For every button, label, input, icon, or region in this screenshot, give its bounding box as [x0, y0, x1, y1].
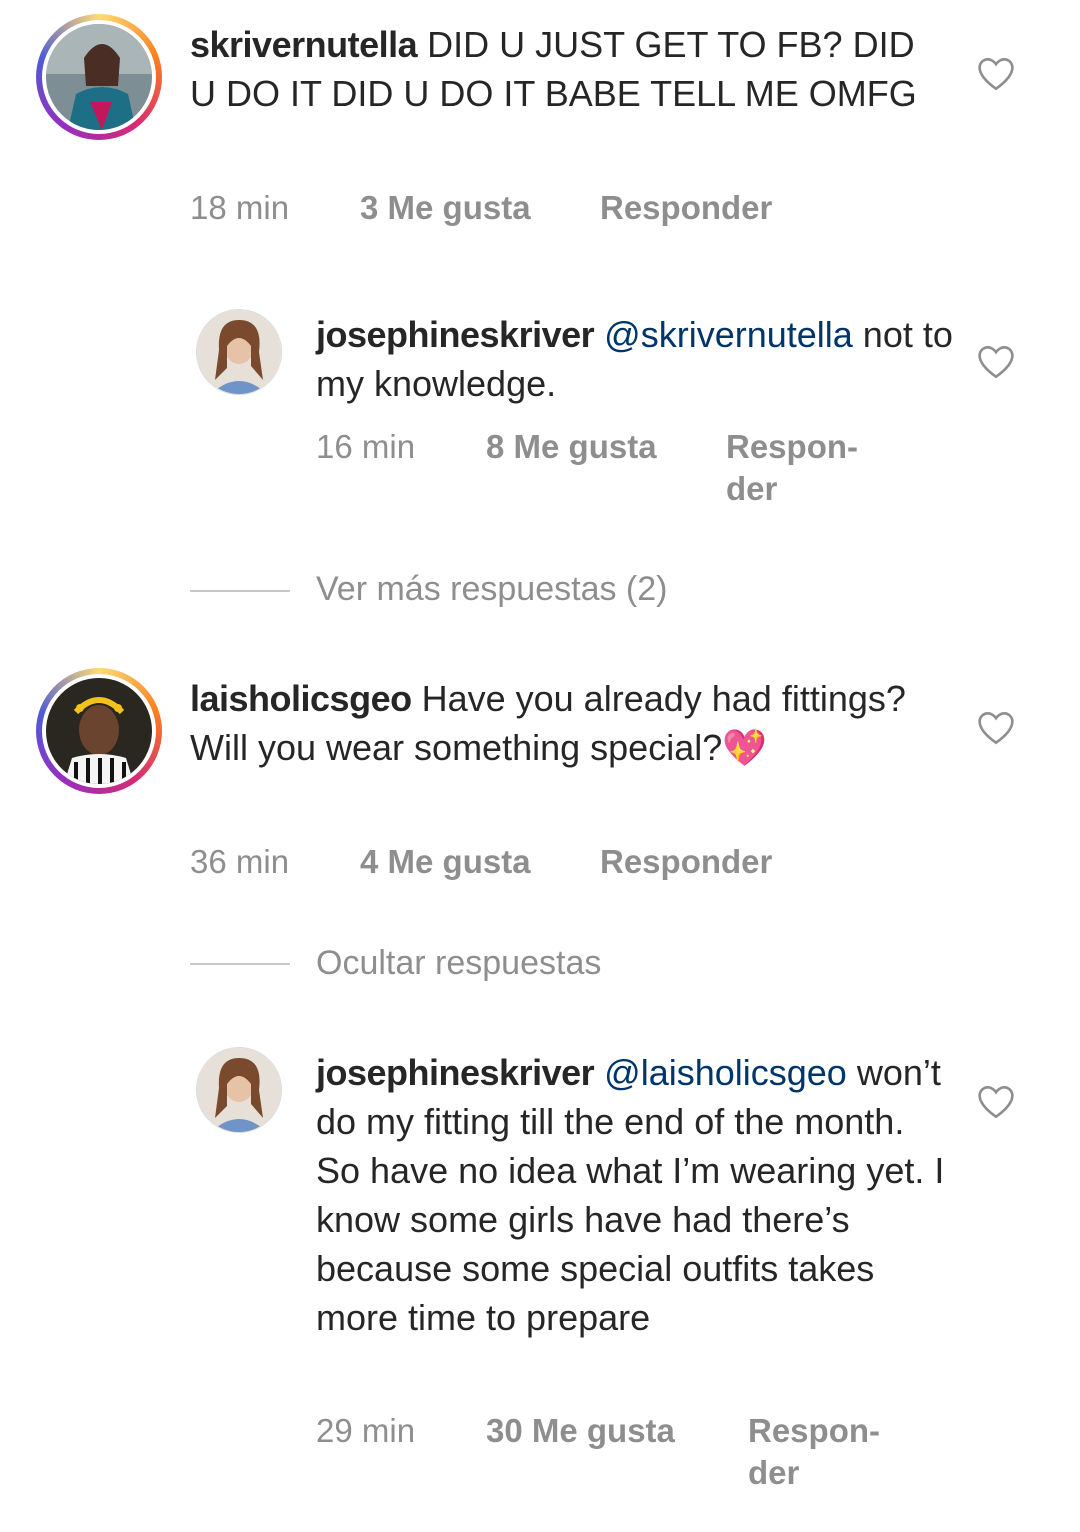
comment-meta: 36 min 4 Me gusta Responder	[190, 841, 890, 883]
heart-icon[interactable]	[976, 1084, 1016, 1120]
comment-likes[interactable]: 30 Me gusta	[486, 1410, 675, 1452]
avatar[interactable]	[196, 1047, 282, 1133]
reply-button[interactable]: Responder	[600, 841, 772, 883]
reply-button[interactable]: Respon- der	[726, 426, 858, 510]
comment-text: won’t do my fitting till the end of the …	[316, 1052, 945, 1338]
comment-meta: 16 min 8 Me gusta Respon- der	[316, 426, 916, 510]
comment-likes[interactable]: 3 Me gusta	[360, 187, 531, 229]
comment-skrivernutella: skrivernutella DID U JUST GET TO FB? DID…	[0, 0, 1080, 250]
comment-mention[interactable]: @skrivernutella	[604, 314, 853, 355]
reply-button[interactable]: Responder	[600, 187, 772, 229]
comment-body: josephineskriver @skrivernutella not to …	[316, 310, 956, 408]
reply-label-line1: Respon-	[748, 1412, 880, 1449]
reply-label-line1: Respon-	[726, 428, 858, 465]
comment-time: 36 min	[190, 843, 290, 880]
hide-replies-button[interactable]: Ocultar respuestas	[316, 944, 601, 983]
reply-button[interactable]: Respon- der	[748, 1410, 880, 1494]
avatar-story-ring[interactable]	[36, 668, 162, 794]
heart-icon[interactable]	[976, 710, 1016, 746]
avatar-story-ring[interactable]	[36, 14, 162, 140]
comment-username[interactable]: josephineskriver	[316, 314, 595, 355]
reply-josephineskriver-1: josephineskriver @skrivernutella not to …	[0, 300, 1080, 520]
sparkling-heart-emoji: 💖	[722, 727, 768, 768]
reply-label-line2: der	[748, 1454, 800, 1491]
avatar[interactable]	[196, 309, 282, 395]
heart-icon[interactable]	[976, 344, 1016, 380]
comment-body: skrivernutella DID U JUST GET TO FB? DID…	[190, 20, 950, 118]
reply-label-line2: der	[726, 470, 778, 507]
comment-mention[interactable]: @laisholicsgeo	[604, 1052, 847, 1093]
comment-body: josephineskriver @laisholicsgeo won’t do…	[316, 1048, 956, 1342]
replies-divider-line	[190, 963, 290, 965]
replies-divider-line	[190, 590, 290, 592]
comment-time: 16 min	[316, 428, 416, 465]
comment-likes[interactable]: 4 Me gusta	[360, 841, 531, 883]
comment-laisholicsgeo: laisholicsgeo Have you already had fitti…	[0, 660, 1080, 900]
comment-body: laisholicsgeo Have you already had fitti…	[190, 674, 950, 772]
comment-time: 29 min	[316, 1412, 416, 1449]
comment-meta: 29 min 30 Me gusta Respon- der	[316, 1410, 956, 1494]
heart-icon[interactable]	[976, 56, 1016, 92]
reply-josephineskriver-2: josephineskriver @laisholicsgeo won’t do…	[0, 1038, 1080, 1498]
comment-username[interactable]: skrivernutella	[190, 24, 418, 65]
comment-likes[interactable]: 8 Me gusta	[486, 426, 657, 468]
comment-username[interactable]: josephineskriver	[316, 1052, 595, 1093]
comment-time: 18 min	[190, 189, 290, 226]
comment-meta: 18 min 3 Me gusta Responder	[190, 187, 890, 229]
avatar	[46, 678, 152, 784]
comment-username[interactable]: laisholicsgeo	[190, 678, 412, 719]
avatar	[46, 24, 152, 130]
view-more-replies-button[interactable]: Ver más respuestas (2)	[316, 570, 667, 609]
